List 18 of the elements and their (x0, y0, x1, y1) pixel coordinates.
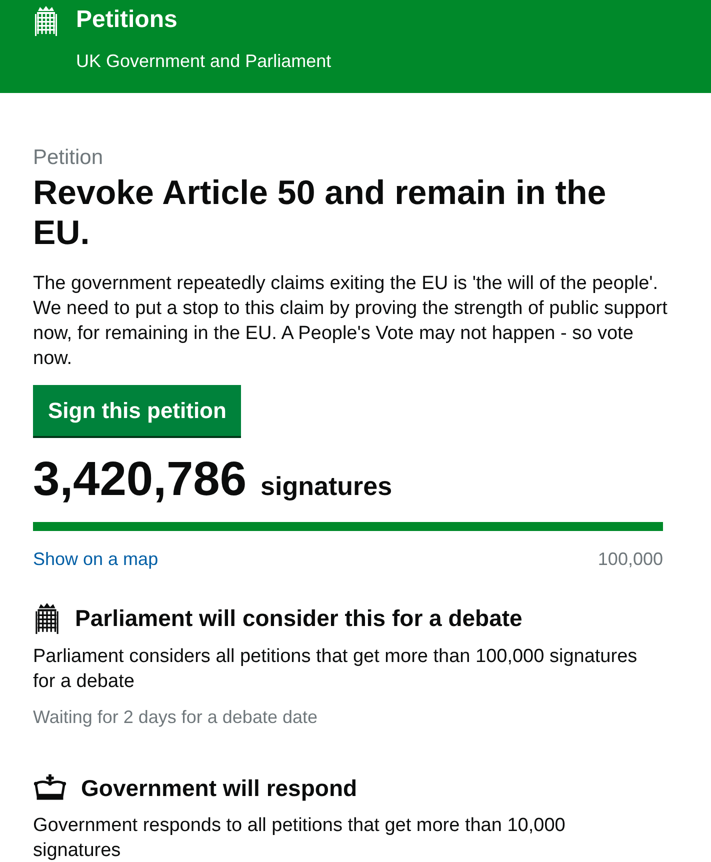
site-subtitle: UK Government and Parliament (76, 50, 332, 73)
crown-icon (33, 774, 67, 802)
section-note: Waiting for 2 days for a debate date (33, 706, 319, 729)
show-map-link[interactable]: Show on a map (33, 546, 158, 573)
threshold-label: 100,000 (598, 548, 663, 571)
signature-count: 3,420,786 (33, 452, 247, 508)
petition-label: Petition (33, 145, 104, 171)
petition-description: The government repeatedly claims exiting the EU is 'the will of the people'. We need to put a stop to this claim by proving the strength of public support now, for remaining in the EU. A People's Vote may not happen - so vote now. (33, 272, 668, 371)
section-heading: Government will respond (81, 774, 358, 803)
section-heading: Parliament will consider this for a debate (75, 604, 522, 633)
portcullis-icon (33, 5, 59, 37)
site-title[interactable]: Petitions (76, 5, 332, 35)
section-text: Parliament considers all petitions that get more than 100,000 signatures for a debate (33, 644, 638, 694)
section-text: Government responds to all petitions that get more than 10,000 signatures (33, 814, 566, 862)
portcullis-icon (33, 602, 61, 635)
sign-petition-button[interactable]: Sign this petition (33, 385, 242, 436)
signatures-label: signatures (260, 470, 392, 503)
petition-title: Revoke Article 50 and remain in the EU. (33, 173, 608, 253)
